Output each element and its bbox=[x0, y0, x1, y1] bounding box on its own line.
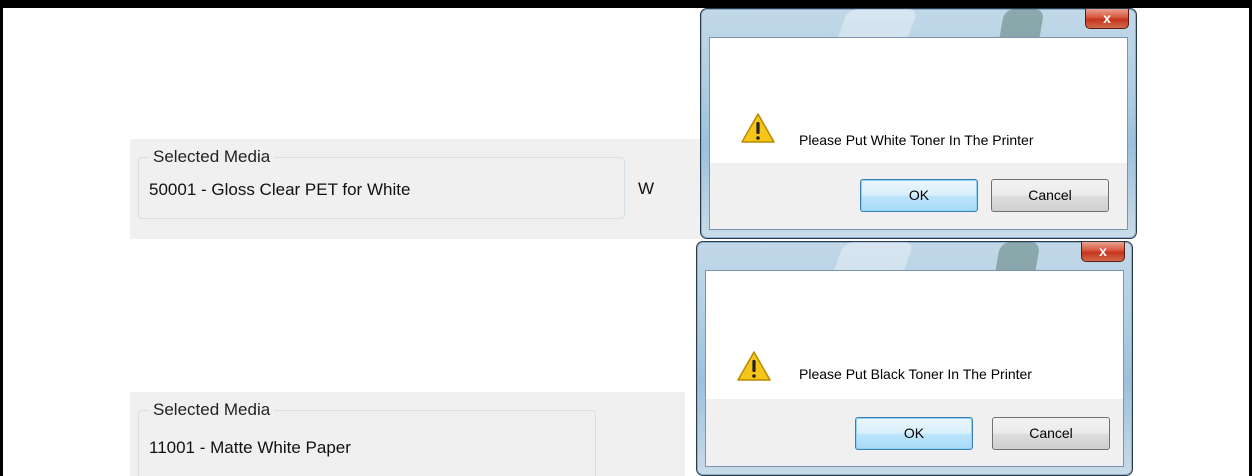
ok-button[interactable]: OK bbox=[855, 417, 973, 450]
cancel-button[interactable]: Cancel bbox=[992, 417, 1110, 450]
dialog-body: Please Put Black Toner In The Printer OK… bbox=[705, 270, 1124, 467]
dialog-body: Please Put White Toner In The Printer OK… bbox=[709, 37, 1128, 230]
selected-media-label: Selected Media bbox=[149, 147, 275, 167]
white-marker: W bbox=[638, 179, 655, 198]
selected-media-value: 50001 - Gloss Clear PET for White bbox=[149, 180, 411, 199]
selected-media-value: 11001 - Matte White Paper bbox=[149, 438, 351, 457]
close-button[interactable]: x bbox=[1085, 9, 1129, 29]
media-panel-2: Selected Media 11001 - Matte White Paper bbox=[130, 392, 685, 476]
black-toner-dialog: x Please Put Black Toner In The Printer … bbox=[696, 241, 1133, 476]
close-button[interactable]: x bbox=[1081, 242, 1125, 262]
ok-button[interactable]: OK bbox=[860, 179, 978, 212]
warning-icon bbox=[737, 351, 771, 381]
dialog-message: Please Put White Toner In The Printer bbox=[799, 132, 1034, 148]
top-border bbox=[0, 0, 1252, 8]
dialog-message: Please Put Black Toner In The Printer bbox=[799, 366, 1032, 382]
media-panel-1: Selected Media 50001 - Gloss Clear PET f… bbox=[130, 139, 700, 239]
selected-media-groupbox: Selected Media 50001 - Gloss Clear PET f… bbox=[138, 147, 625, 219]
message-area: Please Put Black Toner In The Printer bbox=[706, 271, 1123, 399]
message-area: Please Put White Toner In The Printer bbox=[710, 38, 1127, 163]
cancel-button[interactable]: Cancel bbox=[991, 179, 1109, 212]
white-toner-dialog: x Please Put White Toner In The Printer … bbox=[700, 8, 1137, 239]
left-border bbox=[0, 0, 3, 476]
selected-media-label: Selected Media bbox=[149, 400, 275, 420]
warning-icon bbox=[741, 113, 775, 143]
selected-media-groupbox: Selected Media 11001 - Matte White Paper bbox=[138, 400, 596, 476]
